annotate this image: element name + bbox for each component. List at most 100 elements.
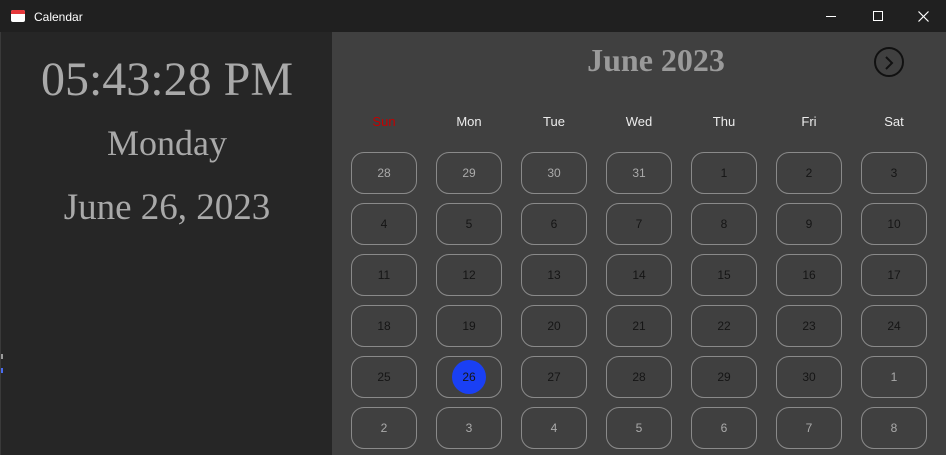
- day-number: 21: [632, 319, 646, 333]
- weekday-header-6: Sat: [884, 114, 904, 129]
- day-number: 1: [890, 370, 898, 384]
- day-cell[interactable]: 20: [521, 305, 587, 347]
- day-cell[interactable]: 14: [606, 254, 672, 296]
- day-number: 31: [632, 166, 646, 180]
- day-number: 22: [717, 319, 731, 333]
- window-title: Calendar: [34, 10, 83, 24]
- day-cell[interactable]: 3: [861, 152, 927, 194]
- day-cell[interactable]: 15: [691, 254, 757, 296]
- maximize-button[interactable]: [855, 0, 901, 32]
- weekday-header-4: Thu: [712, 114, 736, 129]
- day-number: 17: [887, 268, 901, 282]
- day-number: 11: [377, 268, 391, 282]
- day-cell[interactable]: 29: [691, 356, 757, 398]
- edge-marker: [1, 368, 3, 373]
- day-cell[interactable]: 1: [861, 356, 927, 398]
- close-button[interactable]: [900, 0, 946, 32]
- day-cell[interactable]: 13: [521, 254, 587, 296]
- next-month-button[interactable]: [874, 47, 904, 77]
- day-cell-today[interactable]: 26: [436, 356, 502, 398]
- day-cell[interactable]: 30: [776, 356, 842, 398]
- day-number: 6: [550, 217, 558, 231]
- day-number: 8: [890, 421, 898, 435]
- day-number: 7: [635, 217, 643, 231]
- day-number: 5: [465, 217, 473, 231]
- day-number: 28: [632, 370, 646, 384]
- day-number: 9: [805, 217, 813, 231]
- day-number: 5: [635, 421, 643, 435]
- day-cell[interactable]: 4: [521, 407, 587, 449]
- title-bar: Calendar: [0, 0, 946, 32]
- close-icon: [918, 11, 929, 22]
- day-cell[interactable]: 29: [436, 152, 502, 194]
- day-cell[interactable]: 17: [861, 254, 927, 296]
- current-weekday: Monday: [107, 123, 227, 163]
- maximize-icon: [873, 11, 883, 21]
- day-cell[interactable]: 4: [351, 203, 417, 245]
- digital-clock: 05:43:28 PM: [40, 53, 294, 106]
- weekday-header-0: Sun: [372, 114, 396, 129]
- day-cell[interactable]: 7: [776, 407, 842, 449]
- day-number: 16: [802, 268, 816, 282]
- day-cell[interactable]: 25: [351, 356, 417, 398]
- minimize-icon: [826, 16, 836, 17]
- minimize-button[interactable]: [808, 0, 854, 32]
- day-cell[interactable]: 6: [521, 203, 587, 245]
- day-number: 13: [547, 268, 561, 282]
- day-cell[interactable]: 28: [351, 152, 417, 194]
- weekday-header-5: Fri: [801, 114, 817, 129]
- day-cell[interactable]: 5: [606, 407, 672, 449]
- day-cell[interactable]: 2: [351, 407, 417, 449]
- day-number: 14: [632, 268, 646, 282]
- day-cell[interactable]: 3: [436, 407, 502, 449]
- calendar-panel: June 2023 Sun Mon Tue Wed Thu Fri Sat 28 29 30 31…: [332, 32, 946, 455]
- day-number: 6: [720, 421, 728, 435]
- day-cell[interactable]: 9: [776, 203, 842, 245]
- day-number: 3: [465, 421, 473, 435]
- month-title: June 2023: [587, 42, 725, 78]
- day-cell[interactable]: 16: [776, 254, 842, 296]
- day-cell[interactable]: 6: [691, 407, 757, 449]
- day-cell[interactable]: 19: [436, 305, 502, 347]
- day-number: 3: [890, 166, 898, 180]
- day-cell[interactable]: 2: [776, 152, 842, 194]
- day-cell[interactable]: 10: [861, 203, 927, 245]
- day-cell[interactable]: 8: [861, 407, 927, 449]
- day-number: 10: [887, 217, 901, 231]
- weekday-header-2: Tue: [543, 114, 565, 129]
- day-cell[interactable]: 11: [351, 254, 417, 296]
- day-number: 29: [462, 166, 476, 180]
- day-number: 8: [720, 217, 728, 231]
- day-number: 4: [380, 217, 388, 231]
- day-number: 24: [887, 319, 901, 333]
- day-number: 25: [377, 370, 391, 384]
- day-cell[interactable]: 30: [521, 152, 587, 194]
- day-number: 2: [805, 166, 813, 180]
- weekday-header-1: Mon: [456, 114, 482, 129]
- day-cell[interactable]: 23: [776, 305, 842, 347]
- day-number: 7: [805, 421, 813, 435]
- day-number: 26: [462, 370, 476, 384]
- day-cell[interactable]: 24: [861, 305, 927, 347]
- day-cell[interactable]: 12: [436, 254, 502, 296]
- day-cell[interactable]: 7: [606, 203, 672, 245]
- calendar-app-icon: [11, 10, 25, 22]
- edge-marker: [1, 354, 3, 359]
- day-number: 28: [377, 166, 391, 180]
- day-cell[interactable]: 8: [691, 203, 757, 245]
- chevron-right-icon: [885, 56, 894, 70]
- day-number: 4: [550, 421, 558, 435]
- day-cell[interactable]: 21: [606, 305, 672, 347]
- day-cell[interactable]: 28: [606, 356, 672, 398]
- day-cell[interactable]: 27: [521, 356, 587, 398]
- day-cell[interactable]: 1: [691, 152, 757, 194]
- day-number: 19: [462, 319, 476, 333]
- day-number: 30: [547, 166, 561, 180]
- weekday-header-3: Wed: [625, 114, 653, 129]
- day-number: 20: [547, 319, 561, 333]
- day-cell[interactable]: 18: [351, 305, 417, 347]
- day-cell[interactable]: 31: [606, 152, 672, 194]
- day-number: 1: [720, 166, 728, 180]
- day-cell[interactable]: 5: [436, 203, 502, 245]
- day-cell[interactable]: 22: [691, 305, 757, 347]
